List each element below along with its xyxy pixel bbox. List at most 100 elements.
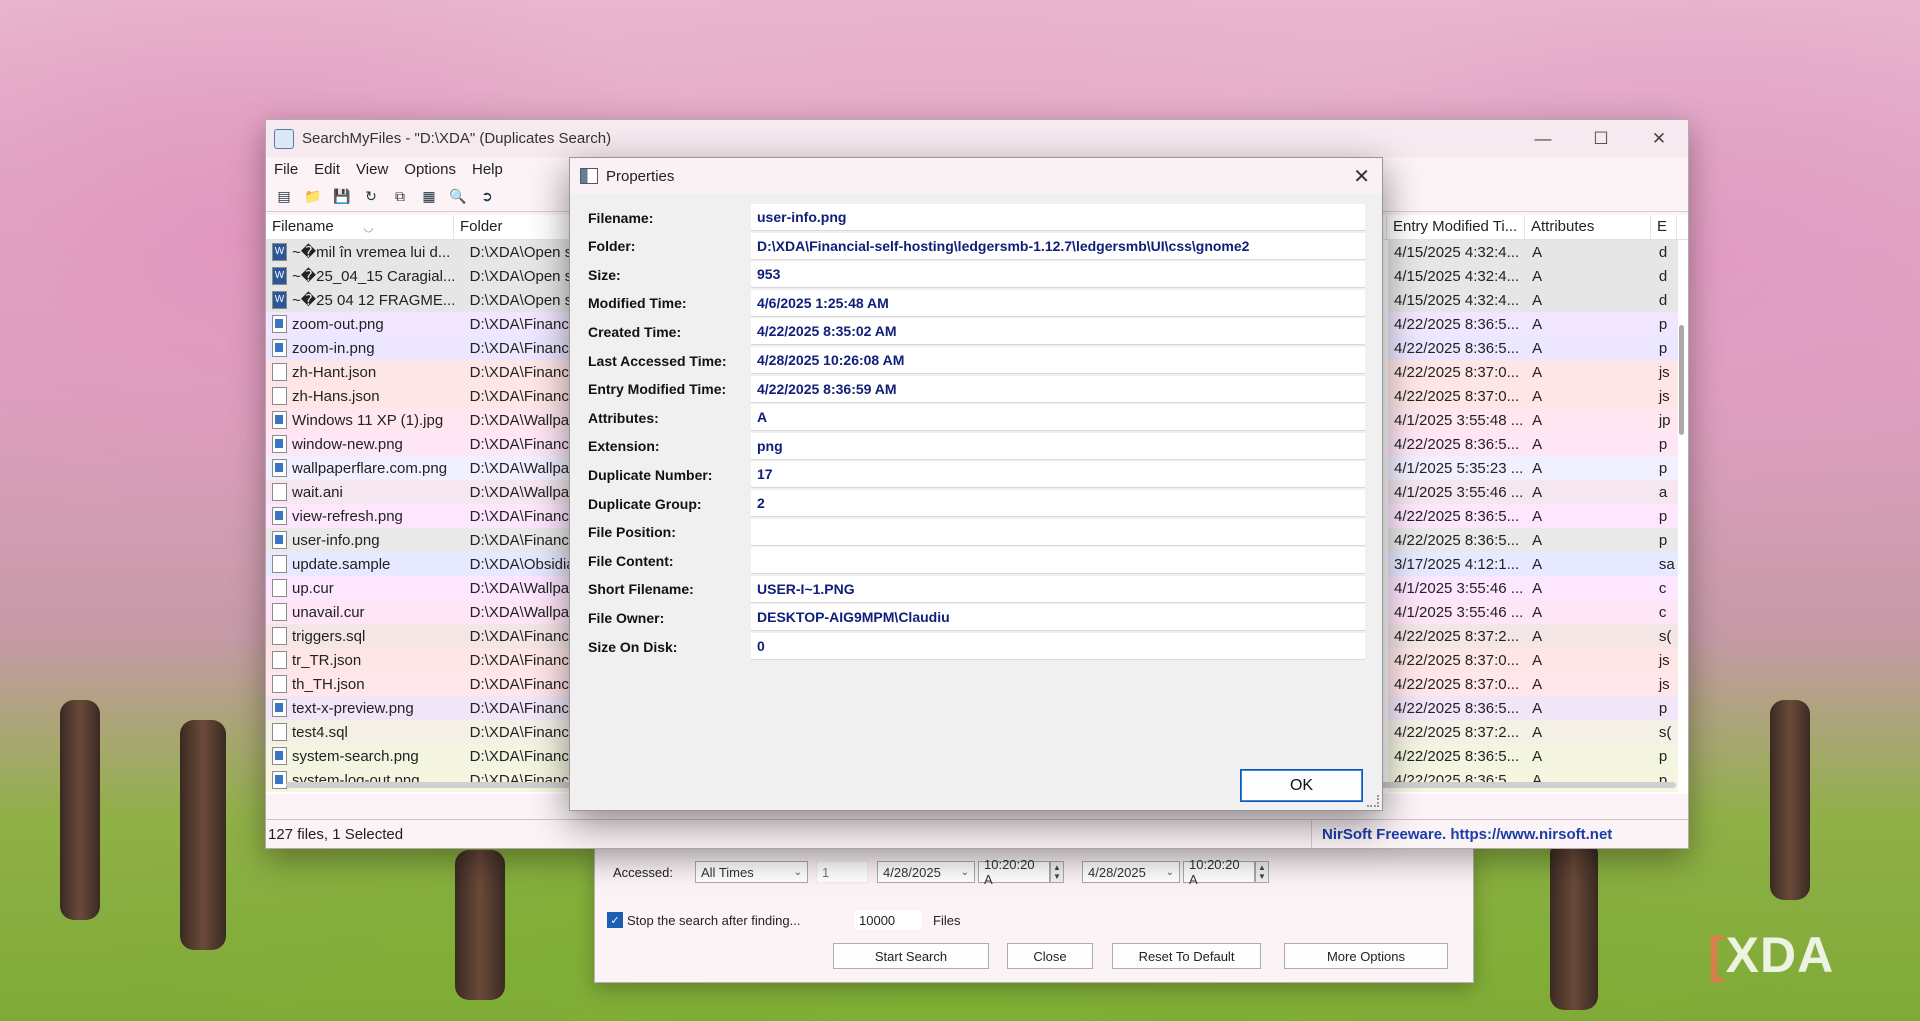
table-row[interactable]: zoom-out.png D:\XDA\Financia [266, 312, 571, 336]
property-value-field[interactable] [751, 547, 1365, 575]
time-to-spinner[interactable]: ▲ ▼ [1255, 861, 1269, 883]
property-value-field[interactable]: 953 [751, 261, 1365, 289]
refresh-icon[interactable]: ↻ [359, 185, 383, 207]
table-row[interactable]: 4/22/2025 8:37:0... Ajs [1388, 648, 1678, 672]
accessed-select[interactable]: All Times ⌄ [695, 861, 808, 883]
table-row[interactable]: 4/1/2025 5:35:23 ... Ap [1388, 456, 1678, 480]
minimize-button[interactable]: — [1514, 120, 1572, 157]
table-row[interactable]: user-info.png D:\XDA\Financia [266, 528, 571, 552]
table-row[interactable]: 4/22/2025 8:37:0... Ajs [1388, 360, 1678, 384]
menu-view[interactable]: View [348, 161, 396, 178]
exit-icon[interactable]: ➲ [475, 185, 499, 207]
table-row[interactable]: tr_TR.json D:\XDA\Financia [266, 648, 571, 672]
table-row[interactable]: update.sample D:\XDA\Obsidian [266, 552, 571, 576]
table-row[interactable]: wait.ani D:\XDA\Wallpap [266, 480, 571, 504]
property-value-field[interactable]: 4/28/2025 10:26:08 AM [751, 347, 1365, 374]
ok-button[interactable]: OK [1240, 769, 1363, 802]
property-value-field[interactable]: png [751, 432, 1365, 460]
html-report-icon[interactable]: ▦ [417, 185, 441, 207]
table-row[interactable]: text-x-preview.png D:\XDA\Financia [266, 696, 571, 720]
time-to-input[interactable]: 10:20:20 A [1183, 857, 1255, 887]
table-row[interactable]: test4.sql D:\XDA\Financia [266, 720, 571, 744]
property-value-field[interactable]: DESKTOP-AIG9MPM\Claudiu [751, 604, 1365, 632]
table-row[interactable]: zh-Hans.json D:\XDA\Financia [266, 384, 571, 408]
close-window-button[interactable]: ✕ [1630, 120, 1688, 157]
table-row[interactable]: 4/22/2025 8:36:5... Ap [1388, 768, 1678, 792]
menu-edit[interactable]: Edit [306, 161, 348, 178]
menu-options[interactable]: Options [396, 161, 464, 178]
close-icon[interactable]: ✕ [1353, 164, 1370, 189]
save-icon[interactable]: 💾 [330, 185, 354, 207]
table-row[interactable]: Windows 11 XP (1).jpg D:\XDA\Wallpap [266, 408, 571, 432]
date-from-picker[interactable]: 4/28/2025 ⌄ [877, 861, 975, 883]
table-row[interactable]: 4/22/2025 8:36:5... Ap [1388, 696, 1678, 720]
vertical-scrollbar[interactable] [1679, 325, 1684, 435]
table-row[interactable]: 4/22/2025 8:37:0... Ajs [1388, 384, 1678, 408]
table-row[interactable]: ~�25 04 12 FRAGME... D:\XDA\Open so [266, 288, 571, 312]
reset-to-default-button[interactable]: Reset To Default [1112, 943, 1261, 969]
table-row[interactable]: 3/17/2025 4:12:1... Asa [1388, 552, 1678, 576]
table-row[interactable]: 4/22/2025 8:37:2... As( [1388, 720, 1678, 744]
property-value-field[interactable]: user-info.png [751, 204, 1365, 231]
start-search-button[interactable]: Start Search [833, 943, 989, 969]
table-row[interactable]: 4/22/2025 8:36:5... Ap [1388, 432, 1678, 456]
time-from-input[interactable]: 10:20:20 A [978, 857, 1050, 887]
date-to-picker[interactable]: 4/28/2025 ⌄ [1082, 861, 1180, 883]
table-row[interactable]: 4/15/2025 4:32:4... Ad [1388, 240, 1678, 264]
time-from-spinner[interactable]: ▲ ▼ [1050, 861, 1064, 883]
table-row[interactable]: wallpaperflare.com.png D:\XDA\Wallpap [266, 456, 571, 480]
table-row[interactable]: view-refresh.png D:\XDA\Financia [266, 504, 571, 528]
column-header-filename[interactable]: Filename ◡ [266, 215, 454, 239]
column-header-attributes[interactable]: Attributes [1525, 215, 1651, 239]
table-row[interactable]: 4/22/2025 8:36:5... Ap [1388, 744, 1678, 768]
table-row[interactable]: 4/15/2025 4:32:4... Ad [1388, 264, 1678, 288]
stop-search-checkbox[interactable]: ✓ [607, 912, 623, 928]
table-row[interactable]: 4/22/2025 8:37:2... As( [1388, 624, 1678, 648]
table-row[interactable]: up.cur D:\XDA\Wallpap [266, 576, 571, 600]
table-row[interactable]: system-search.png D:\XDA\Financia [266, 744, 571, 768]
column-header-entry-modified[interactable]: Entry Modified Ti... [1387, 215, 1525, 239]
table-row[interactable]: 4/22/2025 8:36:5... Ap [1388, 312, 1678, 336]
property-value-field[interactable]: 17 [751, 461, 1365, 489]
table-row[interactable]: unavail.cur D:\XDA\Wallpap [266, 600, 571, 624]
properties-icon[interactable]: 🔍 [446, 185, 470, 207]
table-row[interactable]: 4/22/2025 8:36:5... Ap [1388, 504, 1678, 528]
menu-help[interactable]: Help [464, 161, 511, 178]
property-value-field[interactable] [751, 518, 1365, 546]
property-value-field[interactable]: 0 [751, 633, 1365, 660]
resize-grip-icon[interactable] [1367, 795, 1379, 807]
table-row[interactable]: window-new.png D:\XDA\Financia [266, 432, 571, 456]
column-header-folder[interactable]: Folder [454, 215, 571, 239]
accessed-number-input[interactable]: 1 [816, 861, 868, 883]
table-row[interactable]: 4/1/2025 3:55:48 ... Ajp [1388, 408, 1678, 432]
menu-file[interactable]: File [266, 161, 306, 178]
column-header-extension[interactable]: E [1651, 215, 1677, 239]
property-value-field[interactable]: USER-I~1.PNG [751, 575, 1365, 603]
close-button[interactable]: Close [1007, 943, 1093, 969]
open-folder-icon[interactable]: 📁 [301, 185, 325, 207]
table-row[interactable]: zoom-in.png D:\XDA\Financia [266, 336, 571, 360]
property-value-field[interactable]: 2 [751, 490, 1365, 517]
more-options-button[interactable]: More Options [1284, 943, 1448, 969]
table-row[interactable]: triggers.sql D:\XDA\Financia [266, 624, 571, 648]
table-row[interactable]: 4/1/2025 3:55:46 ... Ac [1388, 576, 1678, 600]
table-row[interactable]: 4/22/2025 8:36:5... Ap [1388, 336, 1678, 360]
property-value-field[interactable]: D:\XDA\Financial-self-hosting\ledgersmb-… [751, 232, 1365, 260]
new-search-icon[interactable]: ▤ [272, 185, 296, 207]
table-row[interactable]: 4/1/2025 3:55:46 ... Aa [1388, 480, 1678, 504]
property-value-field[interactable]: A [751, 404, 1365, 432]
property-value-field[interactable]: 4/6/2025 1:25:48 AM [751, 289, 1365, 317]
table-row[interactable]: 4/22/2025 8:36:5... Ap [1388, 528, 1678, 552]
table-row[interactable]: 4/1/2025 3:55:46 ... Ac [1388, 600, 1678, 624]
stop-count-input[interactable]: 10000 [853, 909, 923, 931]
copy-icon[interactable]: ⧉ [388, 185, 412, 207]
maximize-button[interactable]: ☐ [1572, 120, 1630, 157]
table-row[interactable]: 4/15/2025 4:32:4... Ad [1388, 288, 1678, 312]
table-row[interactable]: ~�25_04_15 Caragial... D:\XDA\Open so [266, 264, 571, 288]
property-value-field[interactable]: 4/22/2025 8:35:02 AM [751, 318, 1365, 346]
table-row[interactable]: 4/22/2025 8:37:0... Ajs [1388, 672, 1678, 696]
table-row[interactable]: system-log-out.png D:\XDA\Financia [266, 768, 571, 792]
nirsoft-link[interactable]: NirSoft Freeware. https://www.nirsoft.ne… [1311, 820, 1688, 848]
table-row[interactable]: zh-Hant.json D:\XDA\Financia [266, 360, 571, 384]
property-value-field[interactable]: 4/22/2025 8:36:59 AM [751, 375, 1365, 403]
